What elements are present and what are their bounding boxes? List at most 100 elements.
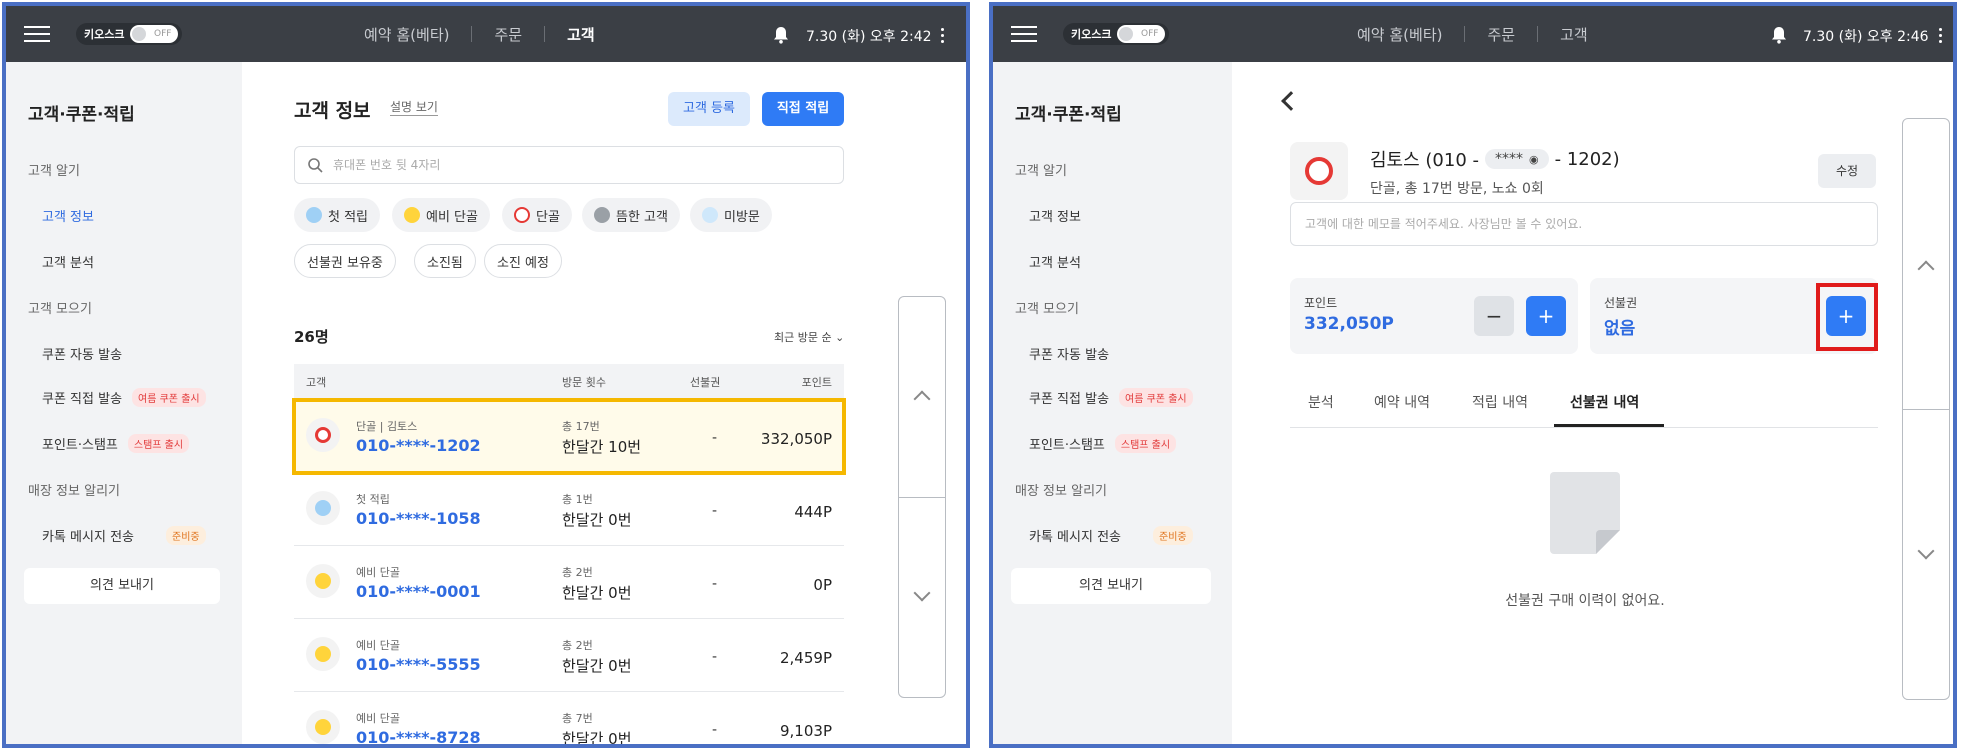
kiosk-toggle[interactable]: OFF [1117,25,1166,43]
nav-reservation-home[interactable]: 예약 홈(베타) [1357,24,1442,45]
direct-earn-button[interactable]: 직접 적립 [762,92,844,126]
chick-icon [306,491,340,525]
row-visits-total: 총 7번 [562,712,593,725]
nav-order[interactable]: 주문 [1487,24,1515,45]
masked-number-toggle[interactable]: **** ◉ [1485,149,1549,169]
main-nav: 예약 홈(베타) 주문 고객 [364,6,595,62]
search-input[interactable] [333,158,813,172]
chevron-up-icon[interactable] [913,390,931,408]
sidebar-item-point-stamp[interactable]: 포인트·스탬프 스탬프 출시 [1029,434,1177,453]
scroll-panel [898,296,946,698]
register-customer-button[interactable]: 고객 등록 [668,92,750,126]
sidebar-item-coupon-auto[interactable]: 쿠폰 자동 발송 [42,344,122,363]
row-visits-total: 총 1번 [562,493,593,506]
chick-icon [404,207,420,223]
help-link[interactable]: 설명 보기 [390,98,438,116]
chick-icon [306,564,340,598]
tab-earnings[interactable]: 적립 내역 [1472,392,1528,412]
filter-chip-voucher-owned[interactable]: 선불권 보유중 [294,244,396,278]
points-value: 332,050P [1304,314,1394,334]
column-voucher: 선불권 [690,376,721,389]
sidebar-item-kakao[interactable]: 카톡 메시지 전송 준비중 [1029,526,1193,545]
nav-order[interactable]: 주문 [494,24,522,45]
filter-chip-pre-regular[interactable]: 예비 단골 [392,198,490,232]
sidebar-item-label: 고객 정보 [42,210,94,225]
table-row[interactable]: 예비 단골 010-****-0001 총 2번 한달간 0번 - 0P [294,546,844,619]
table-row[interactable]: 예비 단골 010-****-8728 총 7번 한달간 0번 - 9,103P [294,692,844,744]
customer-name: 김토스 (010 - **** ◉ - 1202) [1370,146,1620,172]
edit-button[interactable]: 수정 [1818,154,1876,188]
row-tag: 첫 적립 [356,493,390,506]
row-visits-month: 한달간 0번 [562,584,632,602]
chick-icon [306,207,322,223]
scroll-panel [1902,118,1950,700]
filter-chip-first[interactable]: 첫 적립 [294,198,381,232]
feedback-button[interactable]: 의견 보내기 [1011,568,1211,604]
chevron-down-icon[interactable] [913,584,931,602]
voucher-label: 선불권 [1604,296,1638,310]
chevron-down-icon[interactable] [1917,542,1935,560]
row-points: 2,459P [780,649,832,667]
menu-icon[interactable] [24,24,50,44]
filter-chip-regular[interactable]: 단골 [502,198,572,232]
sidebar-section-notify: 매장 정보 알리기 [1015,484,1107,499]
bell-icon[interactable] [772,26,790,44]
empty-message: 선불권 구매 이력이 없어요. [1505,593,1665,609]
row-visits-total: 총 17번 [562,420,600,433]
tab-voucher-history[interactable]: 선불권 내역 [1570,392,1639,412]
memo-field[interactable] [1290,202,1878,246]
table-row[interactable]: 첫 적립 010-****-1058 총 1번 한달간 0번 - 444P [294,473,844,546]
bell-icon[interactable] [1770,26,1788,44]
tab-reservations[interactable]: 예약 내역 [1374,392,1430,412]
sidebar-item-customer-analysis[interactable]: 고객 분석 [1029,252,1081,271]
chip-label: 단골 [536,209,560,225]
sidebar-item-coupon-auto[interactable]: 쿠폰 자동 발송 [1029,344,1109,363]
sort-dropdown[interactable]: 최근 방문 순 ⌄ [774,329,844,345]
sidebar-item-label: 쿠폰 직접 발송 [42,392,123,407]
filter-chip-infrequent[interactable]: 뜸한 고객 [582,198,680,232]
sidebar-item-customer-analysis[interactable]: 고객 분석 [42,252,94,271]
row-visits-month: 한달간 0번 [562,511,632,529]
sidebar-item-point-stamp[interactable]: 포인트·스탬프 스탬프 출시 [42,434,190,453]
customer-name-prefix: 김토스 (010 - [1370,150,1479,171]
nav-customer[interactable]: 고객 [1560,24,1588,45]
filter-chip-exhausted[interactable]: 소진됨 [414,244,476,278]
sidebar-item-customer-info[interactable]: 고객 정보 [42,206,94,225]
menu-icon[interactable] [1011,24,1037,44]
chevron-up-icon[interactable] [1917,260,1935,278]
nav-customer[interactable]: 고객 [567,24,595,45]
table-row[interactable]: 단골 | 김토스 010-****-1202 총 17번 한달간 10번 - 3… [292,398,846,475]
more-icon[interactable] [1939,26,1943,44]
kiosk-switch[interactable]: 키오스크 OFF [1063,23,1170,45]
kiosk-switch[interactable]: 키오스크 OFF [76,23,183,45]
top-bar: 키오스크 OFF 예약 홈(베타) 주문 고객 7.30 (화) 오후 2:46 [993,6,1953,62]
search-field[interactable] [294,146,844,184]
chick-icon [306,710,340,744]
filter-chip-expiring[interactable]: 소진 예정 [484,244,562,278]
customer-name-suffix: - 1202) [1554,148,1620,170]
filter-chip-unvisited[interactable]: 미방문 [690,198,772,232]
add-points-button[interactable]: + [1526,296,1566,336]
column-visits: 방문 횟수 [562,376,606,389]
feedback-button[interactable]: 의견 보내기 [24,568,220,604]
kiosk-toggle[interactable]: OFF [130,25,179,43]
customer-count: 26명 [294,328,329,346]
more-icon[interactable] [941,26,945,44]
sidebar-item-customer-info[interactable]: 고객 정보 [1029,206,1081,225]
rooster-icon [1290,142,1348,200]
minus-points-button[interactable]: − [1474,296,1514,336]
memo-input[interactable] [1305,203,1863,245]
chip-label: 예비 단골 [426,209,478,225]
table-row[interactable]: 예비 단골 010-****-5555 총 2번 한달간 0번 - 2,459P [294,619,844,692]
sidebar-section-gather: 고객 모으기 [1015,302,1079,317]
points-card: 포인트 332,050P − + [1290,278,1578,354]
sidebar-item-coupon-direct[interactable]: 쿠폰 직접 발송 여름 쿠폰 출시 [1029,388,1193,407]
tab-analysis[interactable]: 분석 [1308,392,1334,412]
status-badge: 여름 쿠폰 출시 [132,388,206,407]
sidebar-item-coupon-direct[interactable]: 쿠폰 직접 발송 여름 쿠폰 출시 [42,388,206,407]
sidebar-item-kakao[interactable]: 카톡 메시지 전송 준비중 [42,526,206,545]
sidebar-section-know: 고객 알기 [28,164,80,179]
nav-reservation-home[interactable]: 예약 홈(베타) [364,24,449,45]
row-voucher: - [712,649,718,665]
row-voucher: - [712,430,718,446]
